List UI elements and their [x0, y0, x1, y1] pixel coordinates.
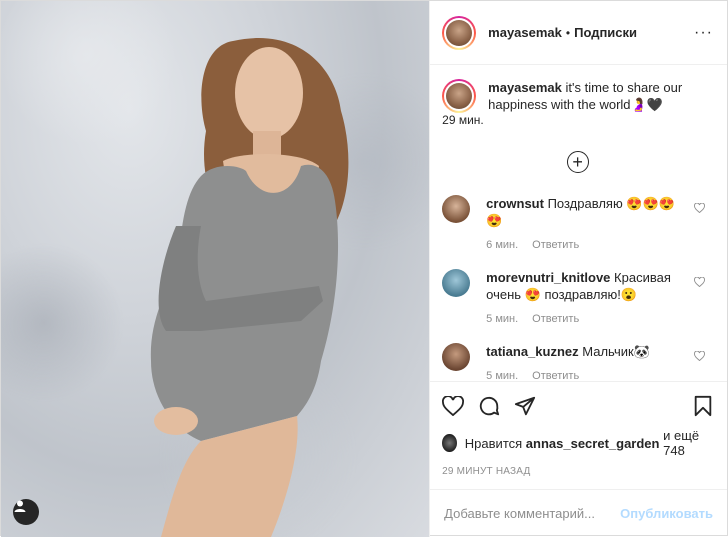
posted-time: 29 МИНУТ НАЗАД: [442, 466, 531, 477]
user-icon: [14, 500, 26, 512]
liker-username[interactable]: annas_secret_garden: [526, 436, 660, 451]
header-separator: •: [565, 25, 571, 40]
commenter-avatar[interactable]: [442, 343, 471, 371]
comment: morevnutri_knitlove Красивая очень 😍 поз…: [442, 269, 713, 325]
comments-section: mayasemak it's time to share our happine…: [430, 65, 727, 381]
following-button[interactable]: Подписки: [574, 25, 637, 40]
action-icons: [442, 390, 713, 422]
comment-meta: 5 мин. Ответить: [486, 313, 682, 325]
comment-meta: 5 мин. Ответить: [486, 370, 682, 381]
like-heart-icon[interactable]: [442, 396, 465, 416]
caption-avatar[interactable]: [442, 79, 477, 113]
comment-text-block: tatiana_kuznez Мальчик🐼: [486, 343, 682, 360]
avatar-image: [446, 19, 473, 46]
commenter-avatar[interactable]: [442, 195, 471, 223]
add-comment-bar: Опубликовать: [430, 489, 727, 537]
avatar-inner: [444, 17, 475, 48]
share-send-icon[interactable]: [514, 395, 536, 417]
like-comment-heart-icon[interactable]: [694, 277, 705, 287]
comment-body: morevnutri_knitlove Красивая очень 😍 поз…: [486, 269, 682, 325]
save-bookmark-icon[interactable]: [693, 395, 713, 417]
post-photo[interactable]: [1, 1, 430, 537]
reply-button[interactable]: Ответить: [532, 239, 579, 251]
likes-summary: Нравится annas_secret_garden и ещё 748: [442, 428, 713, 458]
reply-button[interactable]: Ответить: [532, 370, 579, 381]
post-actions: Нравится annas_secret_garden и ещё 748 2…: [430, 381, 727, 477]
comment-list: crownsut Поздравляю 😍😍😍😍 6 мин. Ответить: [442, 195, 713, 381]
comment-text: Мальчик🐼: [582, 344, 650, 359]
caption-username[interactable]: mayasemak: [488, 80, 562, 95]
commenter-username[interactable]: tatiana_kuznez: [486, 344, 578, 359]
commenter-avatar[interactable]: [442, 269, 471, 297]
avatar-image: [446, 83, 473, 109]
comment-body: tatiana_kuznez Мальчик🐼 5 мин. Ответить: [486, 343, 682, 381]
post-sidebar: mayasemak • Подписки ··· mayasemak it's …: [429, 1, 727, 537]
commenter-username[interactable]: morevnutri_knitlove: [486, 270, 610, 285]
comment: crownsut Поздравляю 😍😍😍😍 6 мин. Ответить: [442, 195, 713, 251]
comment-text-block: morevnutri_knitlove Красивая очень 😍 поз…: [486, 269, 682, 303]
caption-text-block: mayasemak it's time to share our happine…: [488, 79, 698, 113]
avatar-inner: [444, 81, 475, 111]
liker-avatar[interactable]: [442, 434, 457, 452]
comment-input[interactable]: [444, 506, 621, 521]
instagram-post: mayasemak • Подписки ··· mayasemak it's …: [0, 0, 728, 537]
publish-button[interactable]: Опубликовать: [620, 506, 713, 521]
user-tag-button[interactable]: [13, 499, 39, 525]
likes-count[interactable]: и ещё 748: [663, 428, 713, 458]
caption: mayasemak it's time to share our happine…: [442, 79, 713, 113]
reply-button[interactable]: Ответить: [532, 313, 579, 325]
author-username[interactable]: mayasemak: [488, 25, 562, 40]
comment-time: 5 мин.: [486, 313, 519, 325]
comment-time: 5 мин.: [486, 370, 519, 381]
post-header: mayasemak • Подписки ···: [430, 1, 727, 65]
author-avatar[interactable]: [442, 15, 477, 50]
like-comment-heart-icon[interactable]: [694, 351, 705, 361]
like-comment-heart-icon[interactable]: [694, 203, 705, 213]
load-more-comments-icon[interactable]: +: [566, 151, 589, 173]
commenter-username[interactable]: crownsut: [486, 196, 544, 211]
caption-time: 29 мин.: [442, 113, 484, 127]
comment: tatiana_kuznez Мальчик🐼 5 мин. Ответить: [442, 343, 713, 381]
comment-meta: 6 мин. Ответить: [486, 239, 682, 251]
photo-illustration: [150, 38, 349, 537]
comment-body: crownsut Поздравляю 😍😍😍😍 6 мин. Ответить: [486, 195, 682, 251]
comment-text-block: crownsut Поздравляю 😍😍😍😍: [486, 195, 682, 229]
likes-prefix: Нравится: [464, 435, 523, 451]
comment-time: 6 мин.: [486, 239, 519, 251]
more-options-icon[interactable]: ···: [694, 24, 713, 42]
comment-bubble-icon[interactable]: [478, 395, 500, 417]
